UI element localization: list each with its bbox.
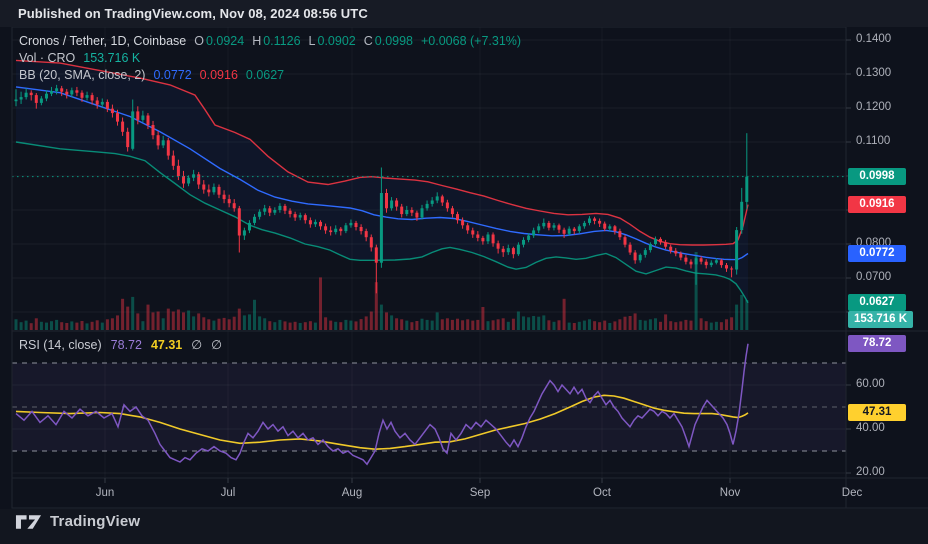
low-label: L: [308, 34, 316, 48]
high-value: 0.1126: [263, 34, 301, 48]
time-scale-month-label: Aug: [341, 487, 363, 499]
price-scale-label: 0.1300: [856, 67, 892, 79]
rsi-scale-label: 40.00: [856, 422, 885, 434]
bb-basis-value: 0.0772: [153, 68, 192, 82]
bb-upper-value: 0.0916: [199, 68, 238, 82]
rsi-label: RSI (14, close): [19, 338, 102, 352]
high-label: H: [252, 34, 262, 48]
close-label: C: [363, 34, 373, 48]
bb-lower-value: 0.0627: [245, 68, 285, 82]
low-value: 0.0902: [317, 34, 356, 48]
time-scale-month-label: Sep: [469, 487, 491, 499]
symbol-title: Cronos / Tether, 1D, Coinbase: [19, 34, 187, 48]
rsi-scale-label: 60.00: [856, 378, 885, 390]
tradingview-brand-text: TradingView: [50, 513, 141, 530]
publish-banner-text: Published on TradingView.com, Nov 08, 20…: [18, 6, 368, 21]
tradingview-attribution[interactable]: TradingView: [15, 513, 140, 530]
price-scale-label: 0.0700: [856, 271, 892, 283]
rsi-legend-row[interactable]: RSI (14, close) 78.72 47.31 ∅ ∅: [19, 337, 222, 352]
time-scale-month-label: Jul: [220, 487, 236, 499]
tradingview-logo-icon: [15, 514, 42, 529]
price-badge: 0.0998: [848, 168, 906, 186]
volume-legend-row[interactable]: Vol · CRO 153.716 K: [19, 50, 521, 67]
change-value: +0.0068 (+7.31%): [421, 34, 522, 48]
rsi-value: 78.72: [110, 338, 142, 352]
bb-label: BB (20, SMA, close, 2): [19, 68, 146, 82]
price-scale-label: 0.1400: [856, 33, 892, 45]
time-scale-month-label: Jun: [95, 487, 115, 499]
time-scale-month-label: Dec: [841, 487, 863, 499]
open-label: O: [194, 34, 204, 48]
time-scale-month-label: Nov: [719, 487, 741, 499]
symbol-legend-row[interactable]: Cronos / Tether, 1D, Coinbase O 0.0924 H 0.1…: [19, 33, 521, 50]
close-value: 0.0998: [374, 34, 413, 48]
price-badge: 0.0916: [848, 196, 906, 214]
price-badge: 0.0772: [848, 245, 906, 263]
bb-legend-row[interactable]: BB (20, SMA, close, 2) 0.0772 0.0916 0.0627: [19, 67, 521, 84]
volume-value: 153.716 K: [83, 51, 141, 65]
main-legend: Cronos / Tether, 1D, Coinbase O 0.0924 H 0.1…: [19, 33, 521, 84]
open-value: 0.0924: [205, 34, 245, 48]
rsi-badge: 47.31: [848, 404, 906, 422]
rsi-badge: 78.72: [848, 335, 906, 353]
price-scale-label: 0.1200: [856, 101, 892, 113]
rsi-scale-label: 20.00: [856, 466, 885, 478]
rsi-hidden-band-icon: ∅: [211, 338, 223, 352]
rsi-hidden-band-icon: ∅: [191, 338, 203, 352]
time-scale-month-label: Oct: [593, 487, 611, 499]
rsi-ma-value: 47.31: [150, 338, 183, 352]
price-badge: 153.716 K: [848, 310, 914, 328]
price-badge: 0.0627: [848, 294, 906, 312]
publish-banner: Published on TradingView.com, Nov 08, 20…: [0, 0, 928, 27]
price-scale-label: 0.1100: [856, 135, 891, 147]
volume-label: Vol · CRO: [19, 51, 76, 65]
